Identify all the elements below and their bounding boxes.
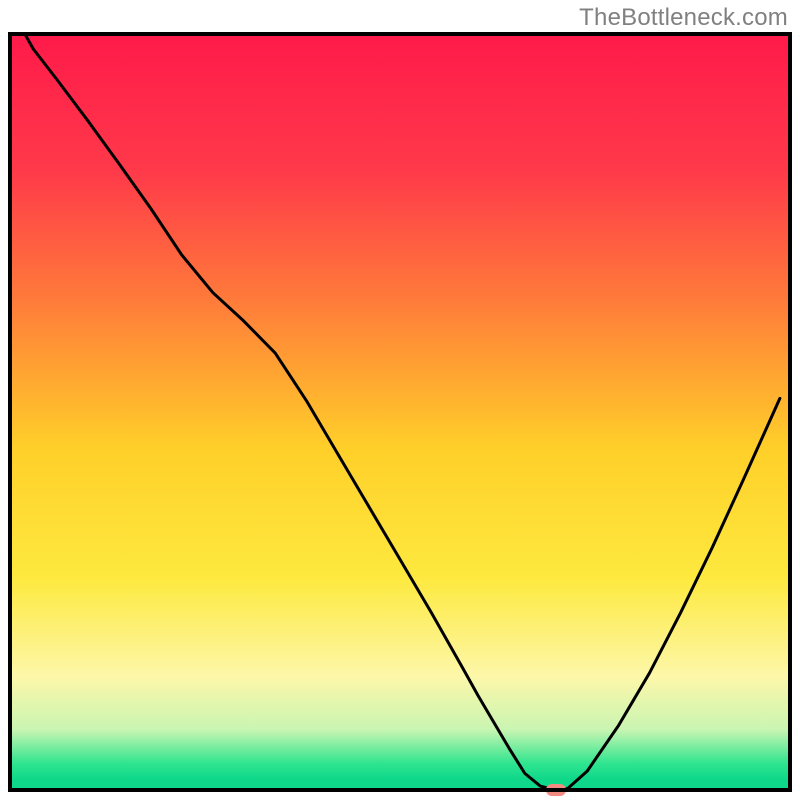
plot-area — [10, 34, 790, 796]
plot-background — [10, 34, 790, 790]
watermark-text: TheBottleneck.com — [579, 4, 788, 32]
bottleneck-chart: TheBottleneck.com — [0, 0, 800, 800]
plot-svg — [0, 0, 800, 800]
